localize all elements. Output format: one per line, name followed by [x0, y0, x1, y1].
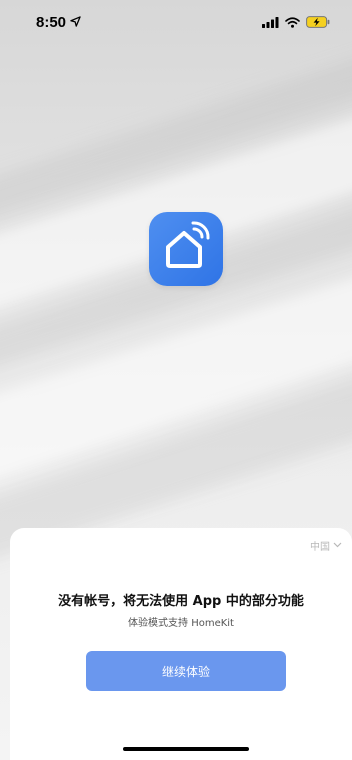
homekit-support-text: 体验模式支持 HomeKit	[128, 618, 234, 629]
status-icons	[262, 13, 330, 32]
status-time: 8:50	[36, 13, 67, 31]
continue-experience-button[interactable]: 继续体验	[86, 651, 286, 691]
app-screen: 8:50 中国 没有帐号，将无法使用 App 中的部分功能 体验模式支持 Hom…	[0, 0, 352, 760]
status-time-group: 8:50	[36, 14, 81, 31]
wifi-icon	[285, 13, 300, 32]
location-arrow-icon	[70, 14, 81, 31]
smart-home-icon	[159, 220, 213, 278]
bottom-sheet: 中国 没有帐号，将无法使用 App 中的部分功能 体验模式支持 HomeKit …	[10, 528, 352, 760]
signal-icon	[262, 13, 279, 32]
home-indicator[interactable]	[123, 747, 249, 751]
headline-text: 没有帐号，将无法使用 App 中的部分功能	[58, 594, 304, 609]
region-label: 中国	[310, 542, 330, 553]
chevron-down-icon	[333, 540, 342, 551]
battery-charging-icon	[306, 13, 330, 32]
app-logo	[149, 212, 223, 286]
region-selector[interactable]: 中国	[310, 538, 342, 553]
status-bar: 8:50	[0, 0, 352, 44]
